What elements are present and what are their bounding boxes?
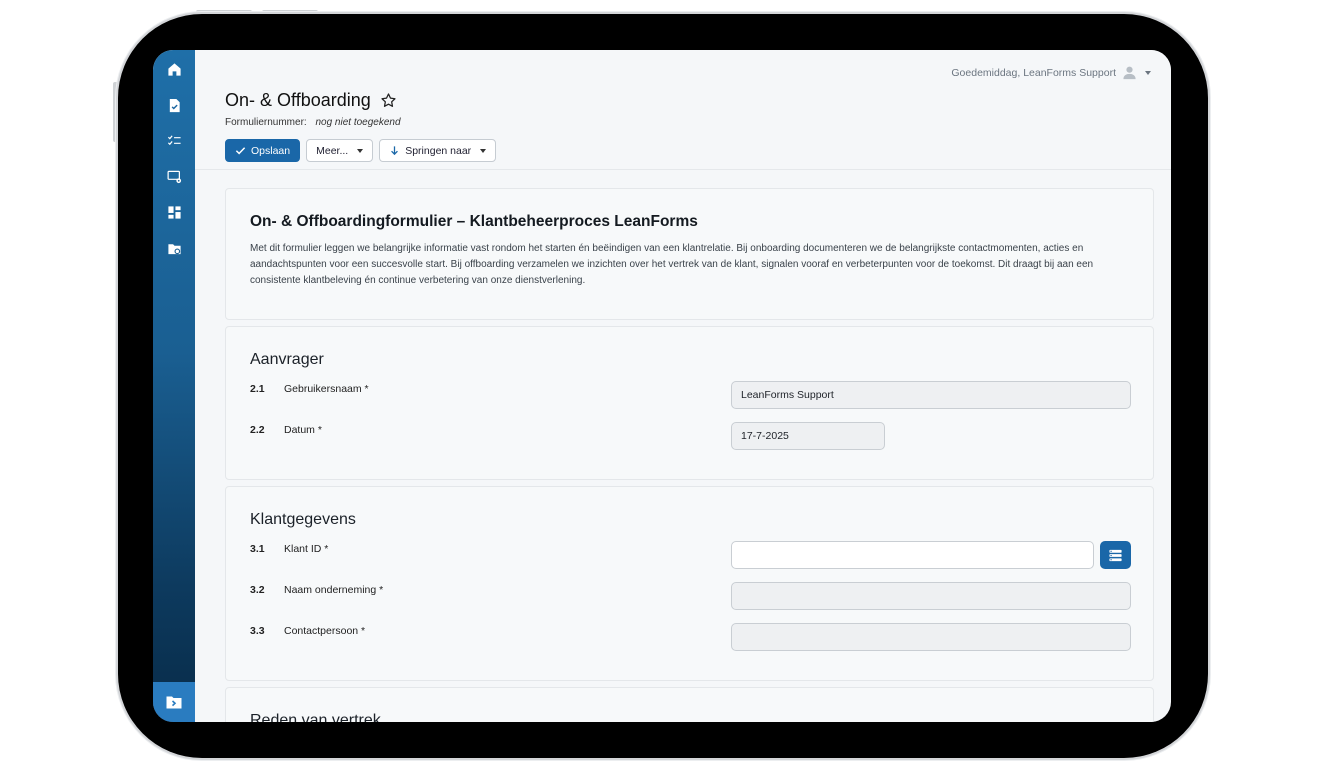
sidebar-item-files[interactable] xyxy=(153,234,195,262)
list-lookup-icon xyxy=(1109,549,1122,561)
client-lookup-button[interactable] xyxy=(1100,541,1131,569)
field-label-client-id: Klant ID * xyxy=(284,543,329,555)
sidebar-collapse-button[interactable] xyxy=(153,682,195,722)
more-button[interactable]: Meer... xyxy=(306,139,374,162)
dashboard-icon xyxy=(167,205,181,219)
intro-text: Met dit formulier leggen we belangrijke … xyxy=(250,243,1094,286)
star-favorite-icon[interactable] xyxy=(380,92,397,109)
folder-settings-icon xyxy=(167,243,181,254)
screen-settings-icon xyxy=(167,170,181,183)
toolbar: Opslaan Meer... Springen naar xyxy=(225,139,497,162)
date-input[interactable]: 17-7-2025 xyxy=(731,422,885,450)
field-label-date: Datum * xyxy=(284,424,322,436)
field-label-company-name: Naam onderneming * xyxy=(284,584,384,596)
contact-person-input[interactable] xyxy=(731,623,1131,651)
field-label-contact-person: Contactpersoon * xyxy=(284,625,366,637)
form-number-label: Formuliernummer: xyxy=(225,117,307,128)
arrow-down-icon xyxy=(391,146,399,156)
username-input[interactable]: LeanForms Support xyxy=(731,381,1131,409)
section-title: Reden van vertrek xyxy=(250,712,381,722)
user-avatar-icon xyxy=(1123,66,1136,80)
field-number: 3.3 xyxy=(250,625,265,637)
section-title: Aanvrager xyxy=(250,351,324,368)
checklist-icon xyxy=(167,134,181,145)
sidebar-item-dashboard[interactable] xyxy=(153,198,195,226)
field-label-username: Gebruikersnaam * xyxy=(284,383,369,395)
form-content: On- & Offboardingformulier – Klantbeheer… xyxy=(195,171,1171,722)
form-number-value: nog niet toegekend xyxy=(315,117,401,128)
intro-card: On- & Offboardingformulier – Klantbeheer… xyxy=(225,188,1154,320)
sidebar-item-tasks[interactable] xyxy=(153,126,195,154)
app-screen: Goedemiddag, LeanForms Support On- & Off… xyxy=(153,50,1171,722)
section-klantgegevens: Klantgegevens 3.1 Klant ID * 3.2 Naam on… xyxy=(225,486,1154,681)
section-title: Klantgegevens xyxy=(250,511,356,528)
sidebar-item-home[interactable] xyxy=(153,55,195,83)
field-number: 2.1 xyxy=(250,383,265,395)
page-header: Goedemiddag, LeanForms Support On- & Off… xyxy=(195,50,1171,170)
greeting-text: Goedemiddag, LeanForms Support xyxy=(951,66,1116,79)
jump-to-button[interactable]: Springen naar xyxy=(379,139,497,162)
chevron-down-icon xyxy=(357,148,364,153)
page-title: On- & Offboarding xyxy=(225,90,397,111)
sidebar-item-devices[interactable] xyxy=(153,162,195,190)
user-menu[interactable]: Goedemiddag, LeanForms Support xyxy=(951,65,1151,80)
sidebar-item-forms[interactable] xyxy=(153,91,195,119)
check-icon xyxy=(235,147,246,155)
jump-to-button-label: Springen naar xyxy=(405,144,472,157)
page-title-text: On- & Offboarding xyxy=(225,90,371,110)
field-number: 2.2 xyxy=(250,424,265,436)
field-number: 3.2 xyxy=(250,584,265,596)
field-number: 3.1 xyxy=(250,543,265,555)
company-name-input[interactable] xyxy=(731,582,1131,610)
more-button-label: Meer... xyxy=(316,144,349,157)
section-reden-van-vertrek: Reden van vertrek xyxy=(225,687,1154,722)
chevron-down-icon xyxy=(480,148,487,153)
home-icon xyxy=(167,62,181,76)
chevron-down-icon xyxy=(1145,70,1151,75)
save-button[interactable]: Opslaan xyxy=(225,139,301,162)
form-number: Formuliernummer: nog niet toegekend xyxy=(225,117,401,128)
sidebar xyxy=(153,50,195,722)
client-id-input[interactable] xyxy=(731,541,1094,569)
section-aanvrager: Aanvrager 2.1 Gebruikersnaam * LeanForms… xyxy=(225,326,1154,480)
intro-title: On- & Offboardingformulier – Klantbeheer… xyxy=(250,213,698,230)
save-button-label: Opslaan xyxy=(251,144,291,157)
document-check-icon xyxy=(169,98,180,112)
folder-arrow-icon xyxy=(166,696,182,709)
